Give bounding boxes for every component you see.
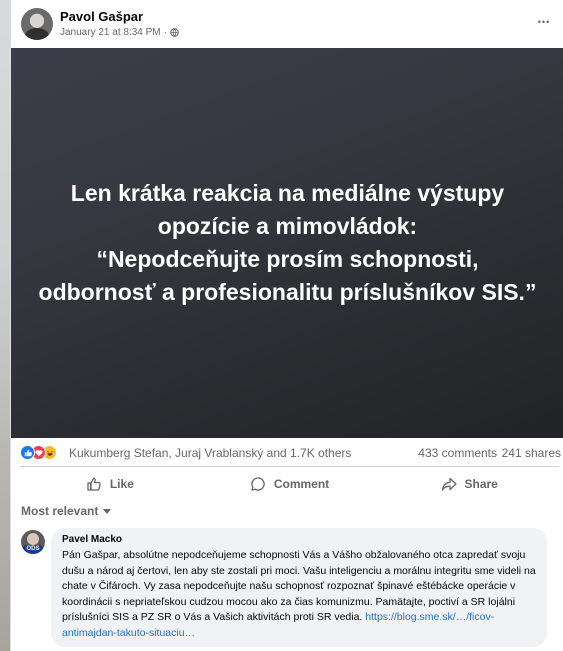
share-button[interactable]: Share xyxy=(379,467,559,500)
post-card: Pavol Gašpar January 21 at 8:34 PM · •••… xyxy=(10,0,563,651)
post-image-text: Len krátka reakcia na mediálne výstupy o… xyxy=(38,180,537,305)
comment-sort-dropdown[interactable]: Most relevant xyxy=(21,504,112,518)
comment-bubble: Pavel Macko Pán Gašpar, absolútne nepodc… xyxy=(51,528,547,647)
post-actions: Like Comment Share xyxy=(20,466,559,500)
post-stats: Kukumberg Stefan, Juraj Vrablanský and 1… xyxy=(11,438,563,466)
thumbs-up-icon xyxy=(87,477,101,491)
reaction-icons[interactable] xyxy=(20,445,66,460)
meta-separator: · xyxy=(163,27,167,38)
post-image[interactable]: Len krátka reakcia na mediálne výstupy o… xyxy=(11,48,563,438)
comment-icon xyxy=(251,476,265,491)
reactors-summary[interactable]: Kukumberg Stefan, Juraj Vrablanský and 1… xyxy=(69,446,351,460)
like-button[interactable]: Like xyxy=(20,467,200,500)
sort-label: Most relevant xyxy=(21,504,99,518)
more-options-button[interactable]: ••• xyxy=(534,12,554,32)
post-timestamp[interactable]: January 21 at 8:34 PM xyxy=(60,27,161,38)
comment-label: Comment xyxy=(273,476,330,491)
share-icon xyxy=(441,477,457,491)
globe-icon xyxy=(170,28,179,37)
comment-text: Pán Gašpar, absolútne nepodceňujeme scho… xyxy=(62,548,537,641)
like-reaction-icon xyxy=(20,445,35,460)
author-name[interactable]: Pavol Gašpar xyxy=(60,9,143,24)
shares-count[interactable]: 241 shares xyxy=(502,446,561,460)
more-icon: ••• xyxy=(537,16,551,27)
post-meta: January 21 at 8:34 PM · xyxy=(60,27,179,38)
post-header: Pavol Gašpar January 21 at 8:34 PM · ••• xyxy=(11,0,563,48)
comments-count[interactable]: 433 comments xyxy=(418,446,497,460)
share-label: Share xyxy=(464,476,498,491)
commenter-name[interactable]: Pavel Macko xyxy=(62,534,537,545)
comment-button[interactable]: Comment xyxy=(200,467,380,500)
caret-down-icon xyxy=(103,508,112,514)
commenter-avatar[interactable]: ODS xyxy=(21,530,45,554)
like-label: Like xyxy=(109,476,134,491)
commenter-badge: ODS xyxy=(23,545,43,554)
author-avatar[interactable] xyxy=(21,8,53,40)
